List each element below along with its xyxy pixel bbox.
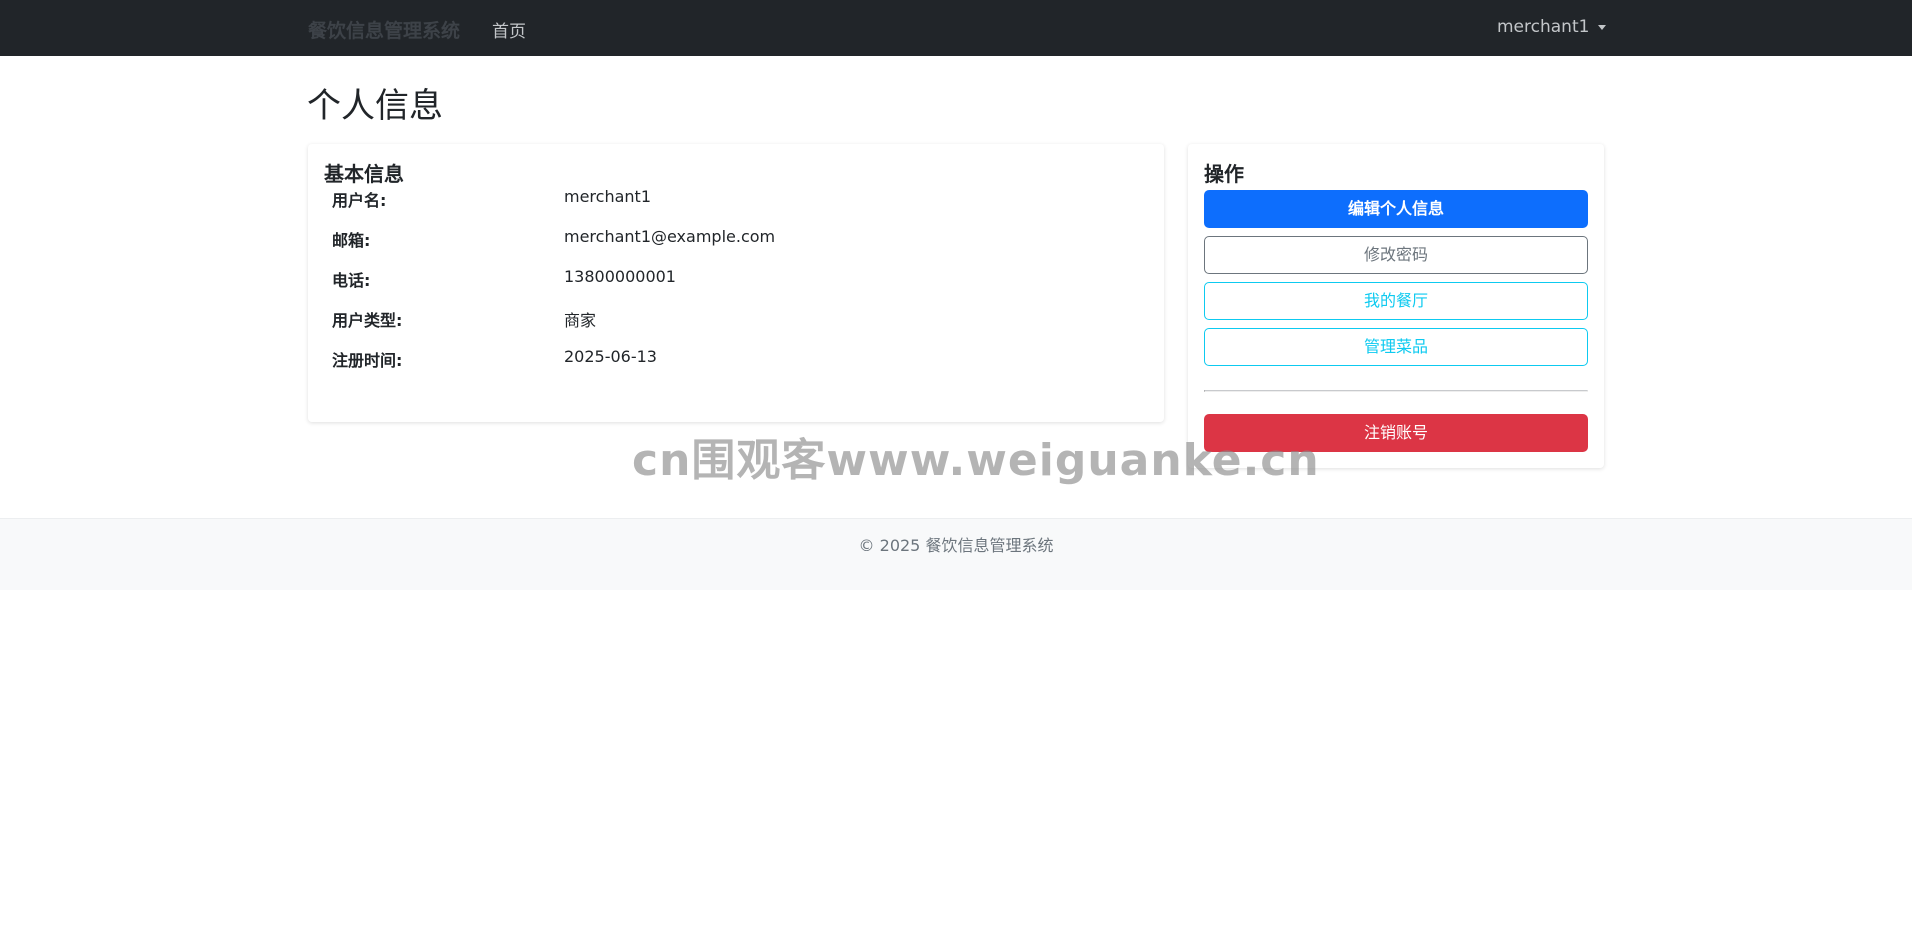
info-row-user-type: 用户类型: 商家 — [308, 300, 1164, 340]
info-value: merchant1@example.com — [564, 227, 776, 246]
actions-title: 操作 — [1204, 162, 1244, 186]
info-label: 邮箱: — [332, 231, 371, 250]
info-value: 2025-06-13 — [564, 347, 657, 366]
info-row-email: 邮箱: merchant1@example.com — [308, 220, 1164, 260]
info-value: 商家 — [564, 311, 597, 330]
footer-copyright: © 2025 餐饮信息管理系统 — [858, 536, 1054, 555]
info-row-username: 用户名: merchant1 — [308, 180, 1164, 220]
info-label: 用户名: — [332, 191, 387, 210]
info-label: 用户类型: — [332, 311, 403, 330]
user-dropdown[interactable]: merchant1 — [1497, 17, 1607, 37]
my-restaurant-button[interactable]: 我的餐厅 — [1204, 282, 1588, 320]
actions-card: 操作 编辑个人信息 修改密码 我的餐厅 管理菜品 注销账号 — [1188, 144, 1604, 468]
user-dropdown-label: merchant1 — [1497, 17, 1590, 37]
info-row-register-date: 注册时间: 2025-06-13 — [308, 340, 1164, 380]
watermark: cn围观客www.weiguanke.cn — [632, 435, 1320, 486]
caret-down-icon — [1598, 25, 1607, 30]
navbar-brand[interactable]: 餐饮信息管理系统 — [308, 16, 460, 43]
nav-link-home[interactable]: 首页 — [492, 17, 526, 42]
info-label: 电话: — [332, 271, 371, 290]
info-label: 注册时间: — [332, 351, 403, 370]
divider — [1204, 390, 1588, 392]
change-password-button[interactable]: 修改密码 — [1204, 236, 1588, 274]
page-title: 个人信息 — [307, 86, 443, 126]
info-row-phone: 电话: 13800000001 — [308, 260, 1164, 300]
basic-info-card: 基本信息 用户名: merchant1 邮箱: merchant1@exampl… — [308, 144, 1164, 422]
info-value: 13800000001 — [564, 267, 676, 286]
manage-dishes-button[interactable]: 管理菜品 — [1204, 328, 1588, 366]
top-navbar: 餐饮信息管理系统 首页 merchant1 — [0, 0, 1912, 56]
edit-profile-button[interactable]: 编辑个人信息 — [1204, 190, 1588, 228]
footer: © 2025 餐饮信息管理系统 — [0, 518, 1912, 590]
info-value: merchant1 — [564, 187, 651, 206]
